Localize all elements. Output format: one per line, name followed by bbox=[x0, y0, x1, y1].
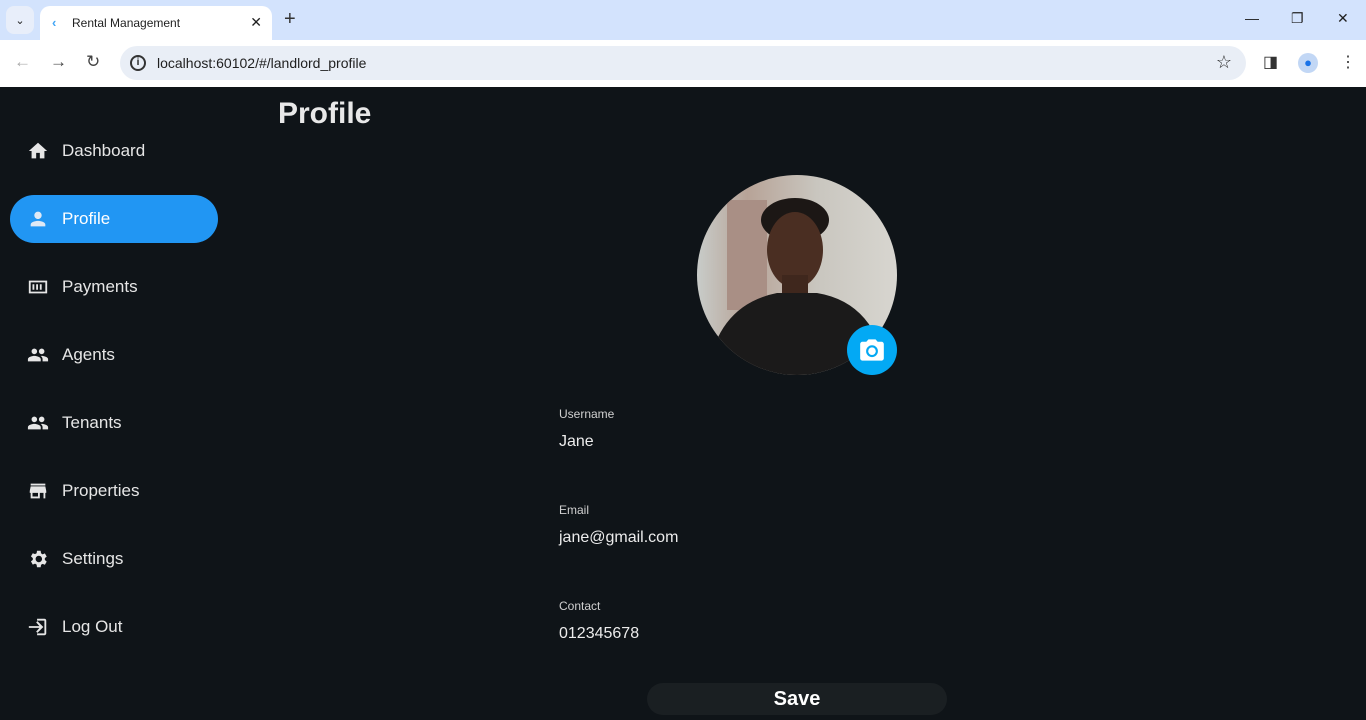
sidebar-item-label: Payments bbox=[62, 277, 138, 296]
flutter-favicon-icon: ‹ bbox=[52, 15, 57, 30]
back-icon[interactable]: ← bbox=[14, 52, 31, 72]
username-field[interactable]: Jane bbox=[559, 433, 594, 451]
sidebar-item-label: Settings bbox=[62, 549, 124, 568]
page-title: Profile bbox=[278, 97, 372, 130]
close-window-icon[interactable]: ✕ bbox=[1337, 10, 1349, 27]
side-panel-icon[interactable]: ◨ bbox=[1263, 52, 1278, 72]
gear-icon bbox=[30, 550, 47, 568]
sidebar-item-label: Profile bbox=[62, 209, 111, 228]
sidebar-item-log-out[interactable]: Log Out bbox=[10, 603, 218, 651]
sidebar-item-settings[interactable]: Settings bbox=[10, 535, 218, 583]
contact-field[interactable]: 012345678 bbox=[559, 625, 639, 643]
save-button[interactable]: Save bbox=[647, 683, 947, 715]
sidebar-item-label: Tenants bbox=[62, 413, 122, 432]
contact-label: Contact bbox=[559, 599, 601, 613]
sidebar-item-payments[interactable]: Payments bbox=[10, 263, 218, 311]
browser-toolbar: ← → ↻ i localhost:60102/#/landlord_profi… bbox=[0, 40, 1366, 87]
sidebar-item-label: Agents bbox=[62, 345, 115, 364]
menu-kebab-icon[interactable]: ⋮ bbox=[1340, 52, 1356, 72]
reload-icon[interactable]: ↻ bbox=[86, 52, 100, 72]
email-label: Email bbox=[559, 503, 590, 517]
sidebar-item-agents[interactable]: Agents bbox=[10, 331, 218, 379]
forward-icon[interactable]: → bbox=[50, 52, 67, 72]
minimize-icon[interactable]: — bbox=[1245, 10, 1259, 26]
browser-tab[interactable]: ‹ Rental Management ✕ bbox=[40, 6, 272, 40]
email-field[interactable]: jane@gmail.com bbox=[559, 529, 678, 547]
sidebar-item-tenants[interactable]: Tenants bbox=[10, 399, 218, 447]
logout-icon bbox=[28, 618, 47, 636]
site-info-icon[interactable]: i bbox=[130, 55, 146, 71]
browser-tab-bar: ⌄ ‹ Rental Management ✕ + — ❐ ✕ bbox=[0, 0, 1366, 40]
profile-avatar-icon[interactable]: ● bbox=[1298, 53, 1318, 73]
sidebar-item-profile[interactable]: Profile bbox=[10, 195, 218, 243]
sidebar-item-label: Log Out bbox=[62, 617, 123, 636]
change-photo-button[interactable] bbox=[847, 325, 897, 375]
payments-icon bbox=[28, 280, 48, 294]
username-label: Username bbox=[559, 407, 615, 421]
people-icon bbox=[27, 348, 49, 362]
sidebar-item-label: Dashboard bbox=[62, 141, 146, 160]
restore-icon[interactable]: ❐ bbox=[1291, 10, 1304, 27]
home-icon bbox=[28, 142, 48, 159]
sidebar-item-label: Properties bbox=[62, 481, 140, 500]
person-icon bbox=[30, 211, 46, 227]
new-tab-button[interactable]: + bbox=[284, 8, 296, 31]
close-tab-icon[interactable]: ✕ bbox=[250, 14, 262, 31]
address-bar[interactable]: i localhost:60102/#/landlord_profile ☆ bbox=[120, 46, 1246, 80]
sidebar-item-properties[interactable]: Properties bbox=[10, 467, 218, 515]
tab-list-button[interactable]: ⌄ bbox=[6, 6, 34, 34]
url-text: localhost:60102/#/landlord_profile bbox=[157, 55, 367, 71]
people-icon bbox=[27, 416, 49, 430]
camera-icon bbox=[860, 339, 884, 361]
sidebar-item-dashboard[interactable]: Dashboard bbox=[10, 127, 218, 175]
bookmark-star-icon[interactable]: ☆ bbox=[1216, 52, 1232, 73]
tab-title: Rental Management bbox=[72, 16, 181, 30]
store-icon bbox=[29, 483, 47, 499]
